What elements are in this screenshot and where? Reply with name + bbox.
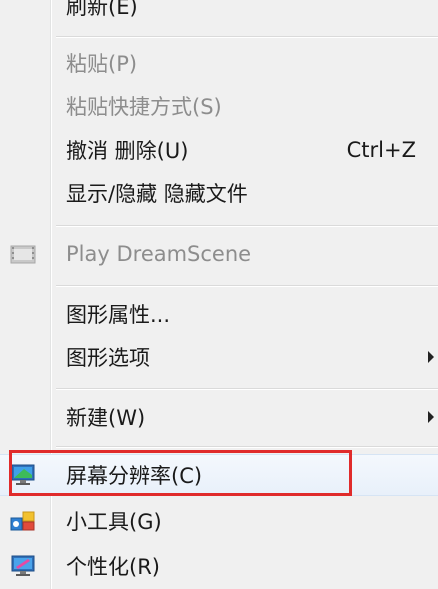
undo-shortcut-text: Ctrl+Z (346, 138, 416, 162)
menu-item-personalize[interactable]: 个性化(R) (0, 546, 438, 586)
menu-item-screen-resolution-label: 屏幕分辨率(C) (66, 464, 203, 488)
menu-item-graphics-options-label: 图形选项 (66, 346, 150, 370)
menu-item-new[interactable]: 新建(W) (0, 397, 438, 437)
menu-separator (56, 388, 438, 390)
menu-item-paste-shortcut-label: 粘贴快捷方式(S) (66, 95, 222, 119)
menu-item-paste-shortcut[interactable]: 粘贴快捷方式(S) (0, 86, 438, 126)
menu-item-play-dreamscene[interactable]: Play DreamScene (0, 234, 438, 274)
menu-item-show-hide-files[interactable]: 显示/隐藏 隐藏文件 (0, 173, 438, 213)
desktop-context-menu: 刷新(E) 粘贴(P) 粘贴快捷方式(S) 撤消 删除(U) Ctrl+Z 显示… (0, 0, 438, 589)
menu-item-graphics-properties[interactable]: 图形属性... (0, 294, 438, 334)
menu-item-screen-resolution[interactable]: 屏幕分辨率(C) (0, 454, 438, 496)
personalize-icon (10, 554, 36, 578)
menu-item-paste-label: 粘贴(P) (66, 52, 138, 76)
menu-item-new-label: 新建(W) (66, 406, 146, 430)
menu-separator (56, 225, 438, 227)
submenu-arrow-icon (428, 411, 434, 423)
menu-separator (56, 285, 438, 287)
menu-item-play-dreamscene-label: Play DreamScene (66, 242, 252, 266)
menu-item-graphics-properties-label: 图形属性... (66, 303, 171, 327)
menu-item-personalize-label: 个性化(R) (66, 555, 160, 579)
film-icon (10, 242, 36, 266)
menu-item-gadgets[interactable]: 小工具(G) (0, 501, 438, 541)
menu-item-refresh-label: 刷新(E) (66, 0, 138, 19)
menu-item-paste[interactable]: 粘贴(P) (0, 43, 438, 83)
menu-item-show-hide-files-label: 显示/隐藏 隐藏文件 (66, 182, 248, 206)
menu-item-refresh[interactable]: 刷新(E) (0, 0, 438, 26)
menu-separator (56, 36, 438, 38)
menu-item-undo-delete[interactable]: 撤消 删除(U) Ctrl+Z (0, 130, 438, 170)
menu-separator (56, 446, 438, 448)
gadgets-icon (10, 509, 36, 533)
menu-item-graphics-options[interactable]: 图形选项 (0, 337, 438, 377)
monitor-icon (10, 463, 36, 487)
menu-item-gadgets-label: 小工具(G) (66, 510, 162, 534)
menu-item-undo-delete-label: 撤消 删除(U) (66, 139, 189, 163)
submenu-arrow-icon (428, 351, 434, 363)
